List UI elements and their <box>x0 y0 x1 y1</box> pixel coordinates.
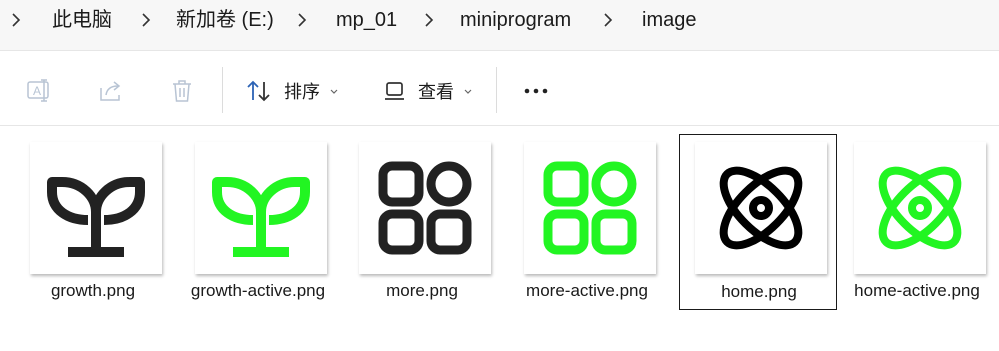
file-item-more-active[interactable]: more-active.png <box>508 136 666 310</box>
file-name: growth.png <box>50 281 136 300</box>
sprout-icon <box>212 177 310 257</box>
file-name: growth-active.png <box>190 281 326 300</box>
sort-icon <box>247 80 270 102</box>
address-breadcrumb: 此电脑 新加卷 (E:) mp_01 miniprogram image <box>0 0 999 51</box>
share-icon <box>100 81 121 101</box>
chevron-right-icon[interactable] <box>10 13 22 27</box>
file-thumbnail <box>854 142 986 274</box>
view-button[interactable]: 查看 <box>418 81 454 103</box>
more-options-button[interactable] <box>521 78 551 104</box>
rename-icon: A <box>27 79 49 102</box>
file-item-home-active[interactable]: home-active.png <box>838 136 996 310</box>
breadcrumb-drive-e[interactable]: 新加卷 (E:) <box>176 8 274 32</box>
file-name: home-active.png <box>854 281 980 300</box>
file-item-more[interactable]: more.png <box>343 136 501 310</box>
toolbar-divider <box>496 67 497 113</box>
file-thumbnail <box>30 142 162 274</box>
rename-button[interactable]: A <box>24 78 54 104</box>
command-bar: A 排序 查看 <box>0 51 999 126</box>
file-name: more-active.png <box>526 281 648 300</box>
breadcrumb-image[interactable]: image <box>642 8 696 32</box>
atom-icon <box>878 166 962 250</box>
more-icon <box>524 88 548 94</box>
share-button[interactable] <box>96 78 126 104</box>
grid-circle-icon <box>543 161 637 255</box>
chevron-down-icon[interactable] <box>464 89 472 95</box>
chevron-right-icon[interactable] <box>296 13 308 27</box>
file-grid: growth.png growth-active.png more.png mo… <box>0 126 999 351</box>
grid-circle-icon <box>378 161 472 255</box>
toolbar-divider <box>222 67 223 113</box>
file-thumbnail <box>695 142 827 274</box>
breadcrumb-mp-01[interactable]: mp_01 <box>336 8 397 32</box>
sprout-icon <box>47 177 145 257</box>
delete-button[interactable] <box>167 78 197 104</box>
file-name: more.png <box>386 281 458 300</box>
chevron-right-icon[interactable] <box>423 13 435 27</box>
atom-icon <box>719 166 803 250</box>
breadcrumb-this-pc[interactable]: 此电脑 <box>52 8 112 32</box>
view-icon <box>385 82 404 100</box>
trash-icon <box>173 80 191 102</box>
file-item-growth-active[interactable]: growth-active.png <box>179 136 337 310</box>
sort-button[interactable]: 排序 <box>284 81 320 103</box>
file-item-home[interactable]: home.png <box>679 134 837 310</box>
file-thumbnail <box>359 142 491 274</box>
file-thumbnail <box>195 142 327 274</box>
chevron-right-icon[interactable] <box>602 13 614 27</box>
file-item-growth[interactable]: growth.png <box>14 136 172 310</box>
chevron-right-icon[interactable] <box>140 13 152 27</box>
svg-text:A: A <box>33 84 41 98</box>
sort-icon-wrap[interactable] <box>244 78 274 104</box>
chevron-down-icon[interactable] <box>330 89 338 95</box>
file-name: home.png <box>721 282 797 301</box>
breadcrumb-miniprogram[interactable]: miniprogram <box>460 8 571 32</box>
file-thumbnail <box>524 142 656 274</box>
view-icon-wrap[interactable] <box>380 78 410 104</box>
